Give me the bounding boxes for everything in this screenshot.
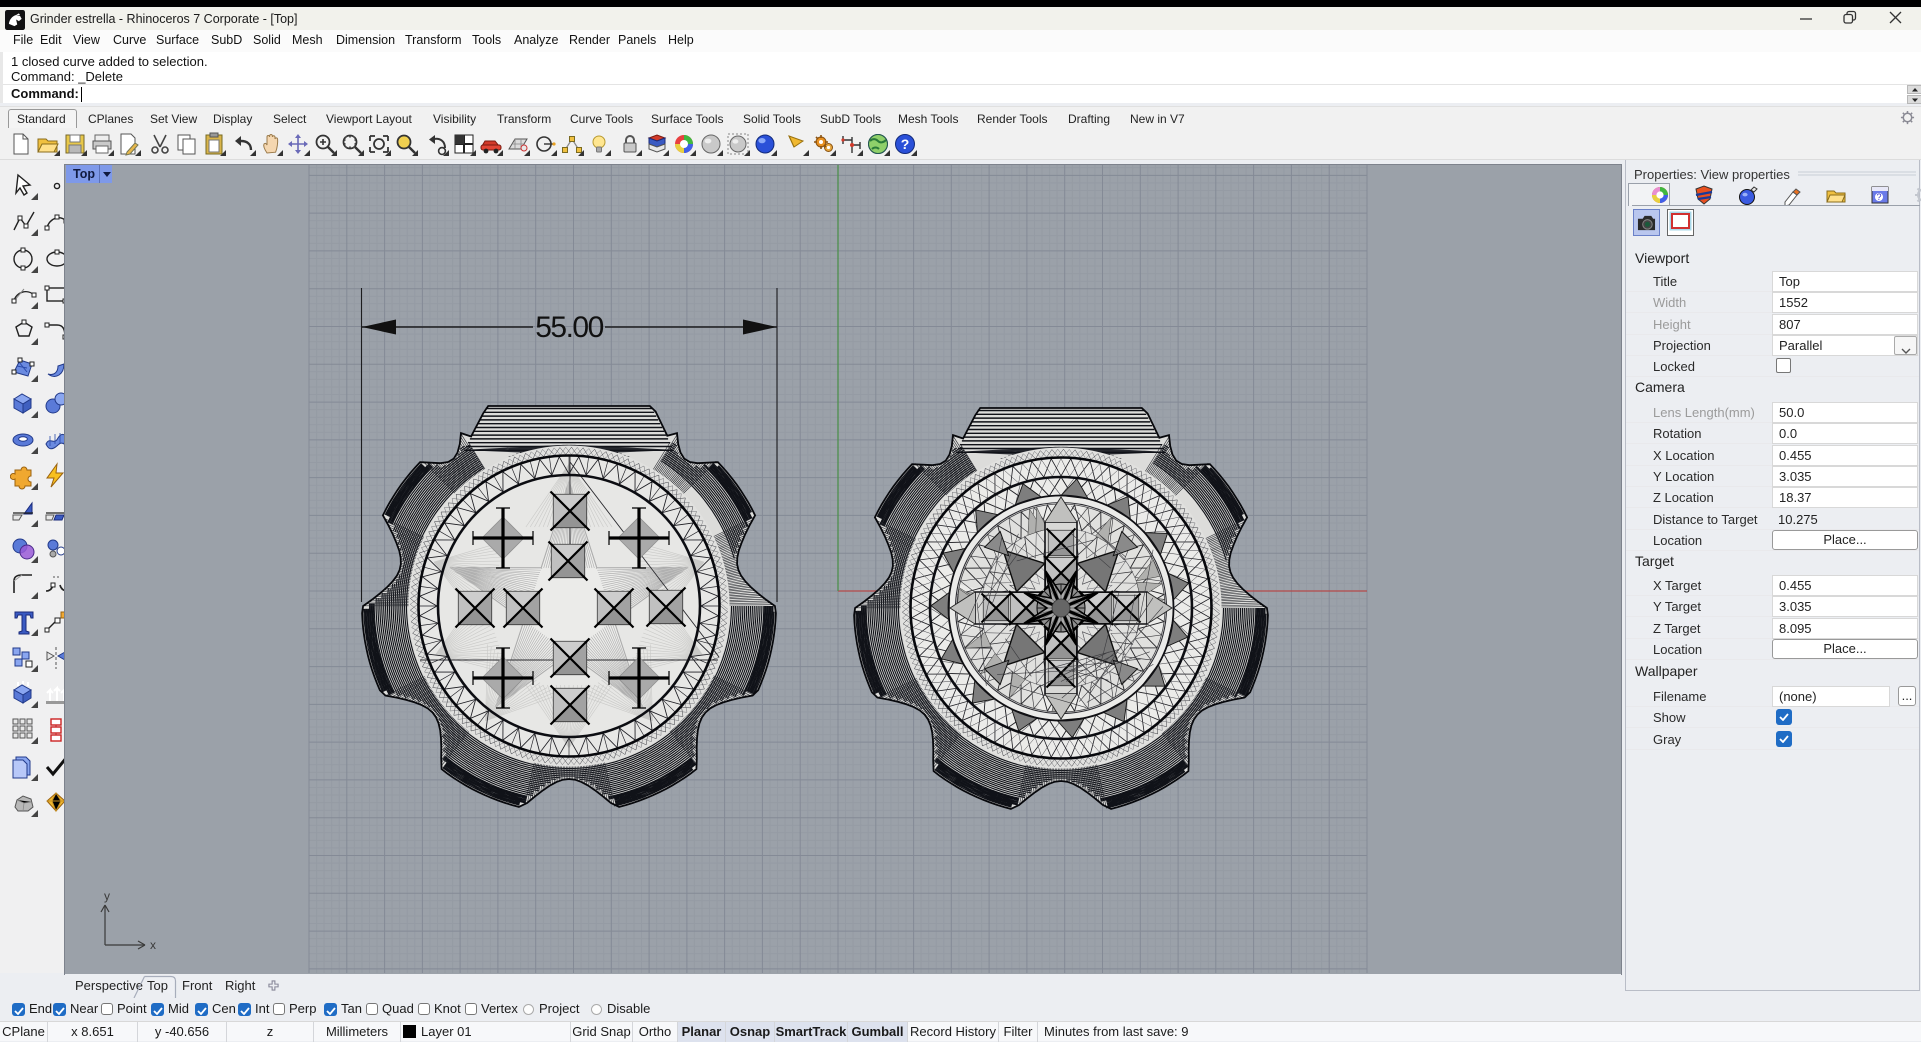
svg-text:y: y (104, 889, 110, 903)
svg-text:?: ? (901, 136, 910, 152)
svg-text:55.00: 55.00 (535, 311, 603, 344)
svg-text:?: ? (1876, 192, 1881, 202)
svg-text:x: x (150, 938, 156, 952)
